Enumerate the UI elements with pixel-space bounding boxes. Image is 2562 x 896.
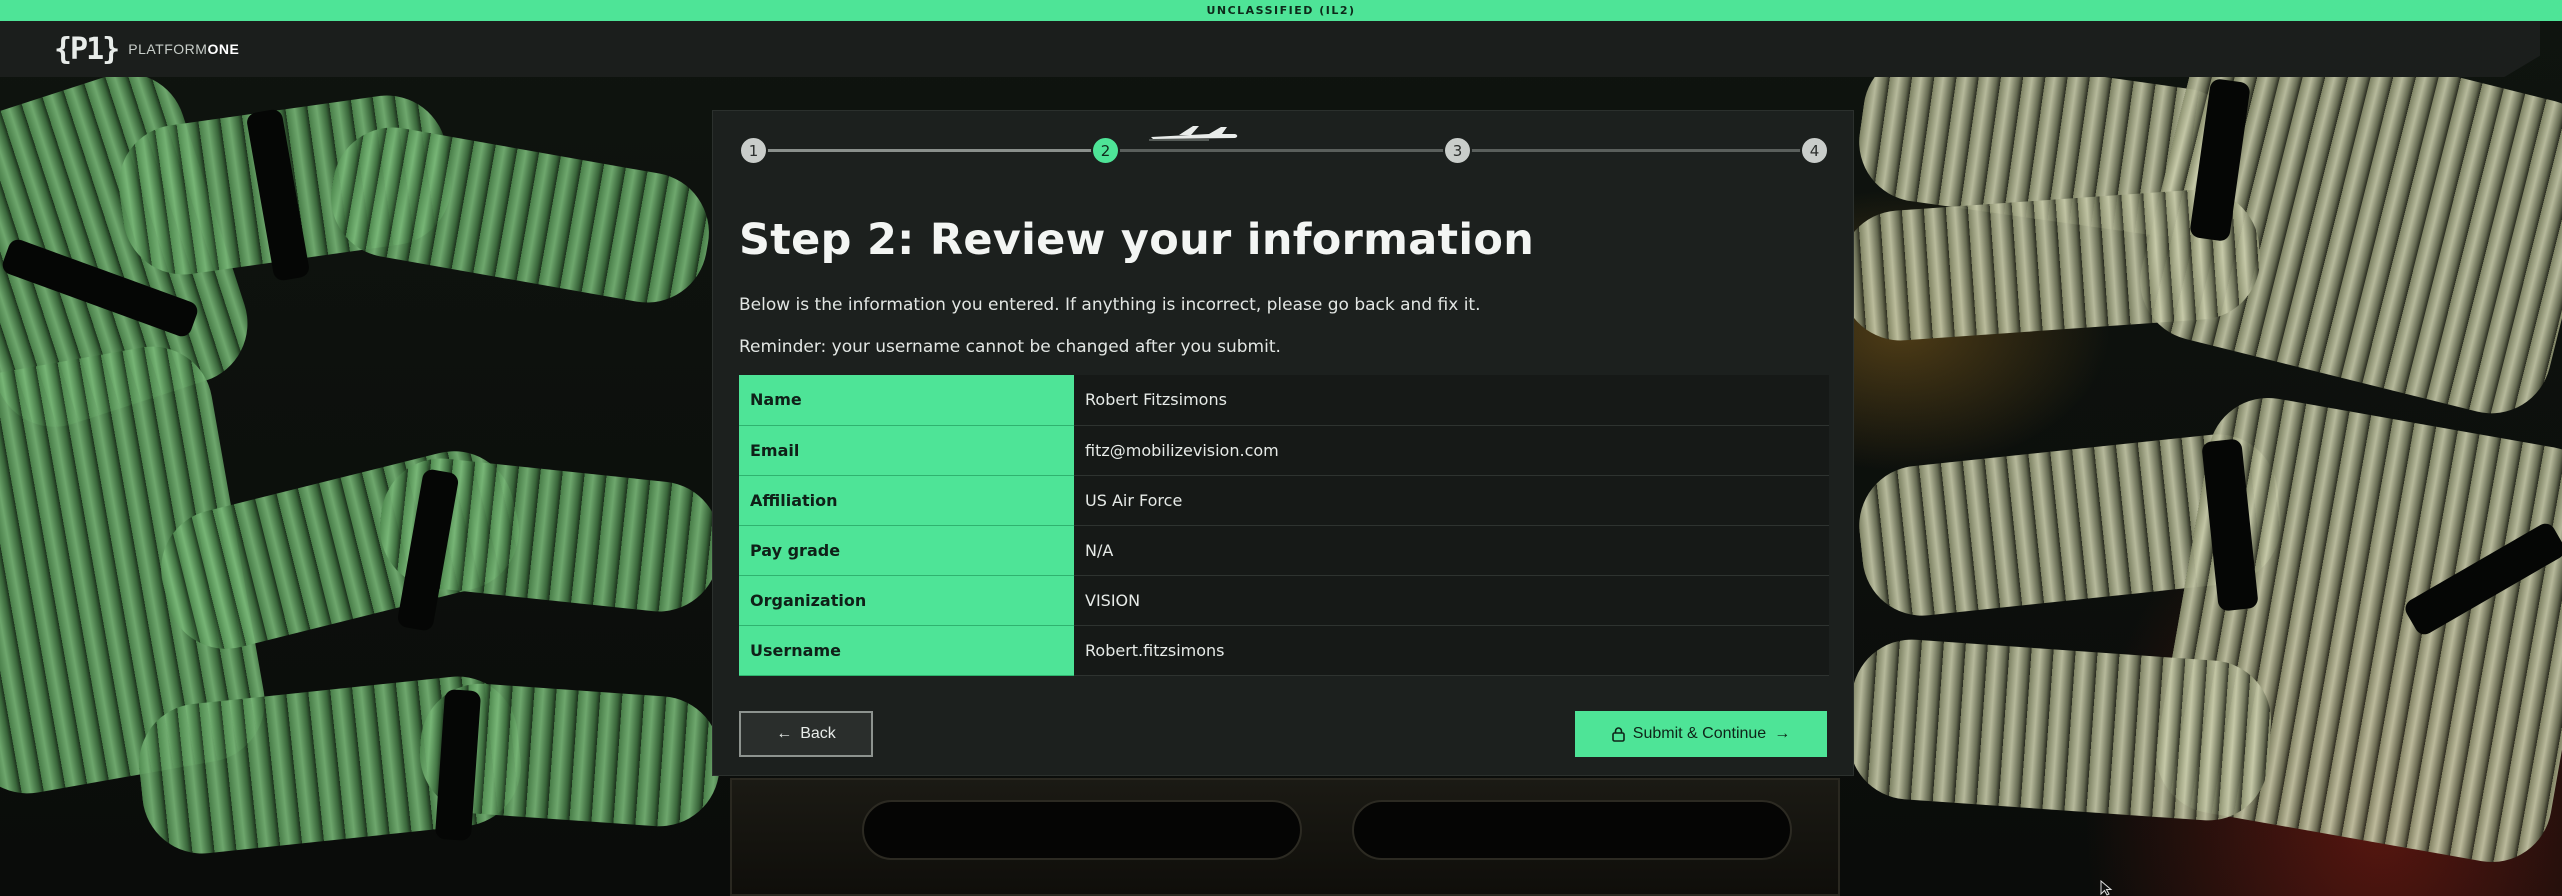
step-1-indicator: 1 [739, 136, 768, 165]
field-value: N/A [1074, 525, 1829, 576]
field-value: Robert.fitzsimons [1074, 625, 1829, 676]
registration-card: 1 2 3 4 Step 2: Review your information … [712, 110, 1854, 776]
table-row: Username Robert.fitzsimons [739, 625, 1829, 676]
arrow-right-icon: → [1774, 725, 1791, 742]
mouse-cursor-icon [2100, 880, 2113, 896]
table-row: Email fitz@mobilizevision.com [739, 425, 1829, 476]
field-label: Affiliation [739, 475, 1074, 526]
form-actions: ← Back Submit & Continue → [739, 711, 1827, 757]
reminder-text: Reminder: your username cannot be change… [739, 337, 1281, 357]
field-value: VISION [1074, 575, 1829, 626]
step-2-indicator: 2 [1091, 136, 1120, 165]
arrow-left-icon: ← [776, 725, 793, 742]
table-row: Pay grade N/A [739, 525, 1829, 576]
brand-name-light: PLATFORM [128, 41, 208, 57]
airplane-icon [1149, 126, 1238, 141]
field-value: Robert Fitzsimons [1074, 375, 1829, 426]
field-label: Name [739, 375, 1074, 426]
submit-button-label: Submit & Continue [1632, 725, 1767, 742]
step-3-indicator: 3 [1443, 136, 1472, 165]
table-row: Organization VISION [739, 575, 1829, 626]
brand-name-bold: ONE [207, 41, 240, 57]
field-label: Organization [739, 575, 1074, 626]
field-value: fitz@mobilizevision.com [1074, 425, 1829, 476]
page-title: Step 2: Review your information [739, 215, 1535, 265]
table-row: Affiliation US Air Force [739, 475, 1829, 526]
top-navigation-bar: {P1} PLATFORMONE [0, 21, 2540, 77]
field-label: Username [739, 625, 1074, 676]
field-value: US Air Force [1074, 475, 1829, 526]
classification-banner: UNCLASSIFIED (IL2) [0, 0, 2562, 21]
table-row: Name Robert Fitzsimons [739, 375, 1829, 426]
field-label: Email [739, 425, 1074, 476]
back-button-label: Back [800, 725, 836, 742]
step-4-indicator: 4 [1800, 136, 1829, 165]
review-info-table: Name Robert Fitzsimons Email fitz@mobilizev… [739, 375, 1829, 676]
classification-text: UNCLASSIFIED (IL2) [1206, 4, 1356, 17]
platform-one-logo-icon[interactable]: {P1} [54, 32, 120, 67]
field-label: Pay grade [739, 525, 1074, 576]
back-button[interactable]: ← Back [739, 711, 873, 757]
progress-stepper: 1 2 3 4 [739, 111, 1829, 187]
submit-continue-button[interactable]: Submit & Continue → [1575, 711, 1827, 757]
lock-icon [1611, 726, 1625, 742]
stepper-progress [753, 149, 1107, 152]
platform-one-wordmark[interactable]: PLATFORMONE [128, 41, 239, 57]
intro-text: Below is the information you entered. If… [739, 295, 1481, 315]
